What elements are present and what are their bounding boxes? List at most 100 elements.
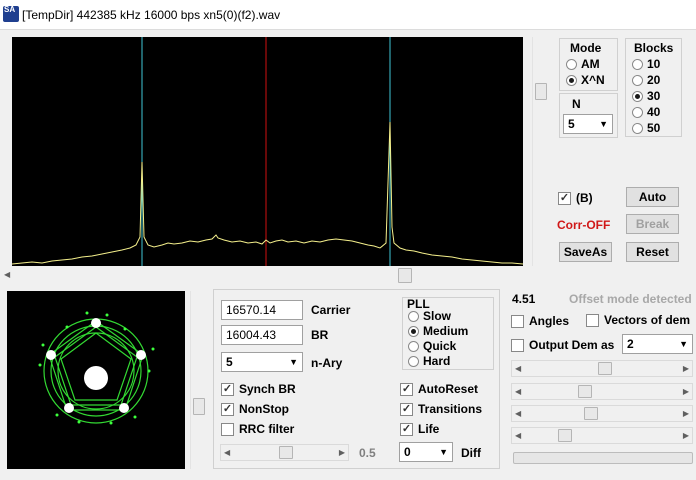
slider-right-arrow[interactable]: ▶ xyxy=(683,432,689,440)
check-icon: ✓ xyxy=(400,382,413,396)
constellation-vscroll[interactable] xyxy=(190,291,207,469)
auto-button[interactable]: Auto xyxy=(626,187,679,207)
break-button[interactable]: Break xyxy=(626,214,679,234)
slider-right-arrow[interactable]: ▶ xyxy=(683,410,689,418)
slider-right-arrow[interactable]: ▶ xyxy=(683,365,689,373)
slider-left-arrow[interactable]: ◀ xyxy=(515,410,521,418)
n-select-value: 5 xyxy=(568,117,575,131)
blocks-group: Blocks 10 20 30 40 50 xyxy=(625,38,682,137)
n-select[interactable]: 5 ▼ xyxy=(563,114,613,134)
right-slider-3[interactable]: ◀ ▶ xyxy=(511,405,693,422)
right-slider-3-thumb[interactable] xyxy=(584,407,598,420)
blocks-30-label: 30 xyxy=(647,89,661,103)
spectrum-trace xyxy=(12,121,523,265)
saveas-button[interactable]: SaveAs xyxy=(559,242,612,262)
pll-group: PLL Slow Medium Quick Hard xyxy=(402,297,494,370)
nonstop-checkbox[interactable]: ✓ NonStop xyxy=(221,402,289,416)
synch-br-checkbox[interactable]: ✓ Synch BR xyxy=(221,382,296,396)
mode-am-label: AM xyxy=(581,57,600,71)
slider-right-arrow[interactable]: ▶ xyxy=(683,388,689,396)
slider-left-arrow[interactable]: ◀ xyxy=(515,388,521,396)
right-slider-1-thumb[interactable] xyxy=(598,362,612,375)
pll-hard-radio[interactable]: Hard xyxy=(408,353,450,369)
rrc-filter-label: RRC filter xyxy=(239,422,295,436)
blocks-20-label: 20 xyxy=(647,73,661,87)
radio-circle xyxy=(632,58,643,70)
blocks-10-label: 10 xyxy=(647,57,661,71)
offset-status: Offset mode detected xyxy=(569,292,692,306)
right-slider-1[interactable]: ◀ ▶ xyxy=(511,360,693,377)
radio-circle xyxy=(632,90,643,102)
pll-quick-label: Quick xyxy=(423,339,457,353)
demod-slider-thumb[interactable] xyxy=(279,446,293,459)
mode-xn-radio[interactable]: X^N xyxy=(566,72,605,88)
synch-br-label: Synch BR xyxy=(239,382,296,396)
nary-select[interactable]: 5 ▼ xyxy=(221,352,303,372)
carrier-input[interactable]: 16570.14 xyxy=(221,300,303,320)
pll-medium-radio[interactable]: Medium xyxy=(408,323,468,339)
br-label: BR xyxy=(311,328,329,342)
slider-left-arrow[interactable]: ◀ xyxy=(224,449,230,457)
mode-am-radio[interactable]: AM xyxy=(566,56,600,72)
output-dem-checkbox[interactable]: Output Dem as xyxy=(511,338,614,352)
chevron-down-icon: ▼ xyxy=(289,357,298,367)
radio-circle xyxy=(632,122,643,134)
life-label: Life xyxy=(418,422,440,436)
transitions-label: Transitions xyxy=(418,402,483,416)
checkbox-box xyxy=(511,314,524,328)
reset-button[interactable]: Reset xyxy=(626,242,679,262)
b-checkbox[interactable]: ✓ (B) xyxy=(558,191,593,205)
radio-circle xyxy=(566,58,577,70)
slider-right-arrow[interactable]: ▶ xyxy=(339,449,345,457)
pll-medium-label: Medium xyxy=(423,324,469,338)
checkbox-box xyxy=(511,338,524,352)
vectors-checkbox[interactable]: Vectors of dem xyxy=(586,313,690,327)
right-slider-2-thumb[interactable] xyxy=(578,385,592,398)
rrc-filter-checkbox[interactable]: RRC filter xyxy=(221,422,294,436)
autoreset-checkbox[interactable]: ✓ AutoReset xyxy=(400,382,478,396)
output-dem-label: Output Dem as xyxy=(529,338,615,352)
demod-slider[interactable]: ◀ ▶ xyxy=(220,444,349,461)
pll-quick-radio[interactable]: Quick xyxy=(408,338,456,354)
transitions-checkbox[interactable]: ✓ Transitions xyxy=(400,402,482,416)
life-checkbox[interactable]: ✓ Life xyxy=(400,422,439,436)
spectrum-vscroll-thumb[interactable] xyxy=(535,83,547,100)
diff-label: Diff xyxy=(461,446,481,460)
blocks-10-radio[interactable]: 10 xyxy=(632,56,660,72)
radio-circle xyxy=(408,355,419,367)
blocks-50-radio[interactable]: 50 xyxy=(632,120,660,136)
check-icon: ✓ xyxy=(400,422,413,436)
radio-circle xyxy=(408,325,419,337)
n-title: N xyxy=(572,97,581,111)
blocks-20-radio[interactable]: 20 xyxy=(632,72,660,88)
diff-select[interactable]: 0 ▼ xyxy=(399,442,453,462)
nonstop-label: NonStop xyxy=(239,402,289,416)
right-slider-4-thumb[interactable] xyxy=(558,429,572,442)
scroll-left-arrow[interactable]: ◀ xyxy=(4,271,10,279)
right-slider-4[interactable]: ◀ ▶ xyxy=(511,427,693,444)
corr-status: Corr-OFF xyxy=(557,218,611,232)
check-icon: ✓ xyxy=(400,402,413,416)
spectrum-display[interactable] xyxy=(12,37,523,266)
chevron-down-icon: ▼ xyxy=(599,119,608,129)
constellation-vscroll-thumb[interactable] xyxy=(193,398,205,415)
output-dem-select[interactable]: 2 ▼ xyxy=(622,334,693,354)
carrier-label: Carrier xyxy=(311,303,351,317)
br-input[interactable]: 16004.43 xyxy=(221,325,303,345)
slider-left-arrow[interactable]: ◀ xyxy=(515,365,521,373)
angles-checkbox[interactable]: Angles xyxy=(511,314,569,328)
spectrum-hscroll-thumb[interactable] xyxy=(398,268,412,283)
nary-select-value: 5 xyxy=(226,355,233,369)
slider-left-arrow[interactable]: ◀ xyxy=(515,432,521,440)
output-dem-value: 2 xyxy=(627,337,634,351)
offset-value: 4.51 xyxy=(512,292,536,306)
diff-select-value: 0 xyxy=(404,445,411,459)
blocks-30-radio[interactable]: 30 xyxy=(632,88,660,104)
radio-circle xyxy=(566,74,577,86)
app-icon: SA xyxy=(3,6,19,22)
spectrum-hscroll[interactable]: ◀ xyxy=(0,267,696,284)
right-slider-2[interactable]: ◀ ▶ xyxy=(511,383,693,400)
pll-slow-radio[interactable]: Slow xyxy=(408,308,451,324)
spectrum-vscroll[interactable] xyxy=(532,37,549,266)
blocks-40-radio[interactable]: 40 xyxy=(632,104,660,120)
